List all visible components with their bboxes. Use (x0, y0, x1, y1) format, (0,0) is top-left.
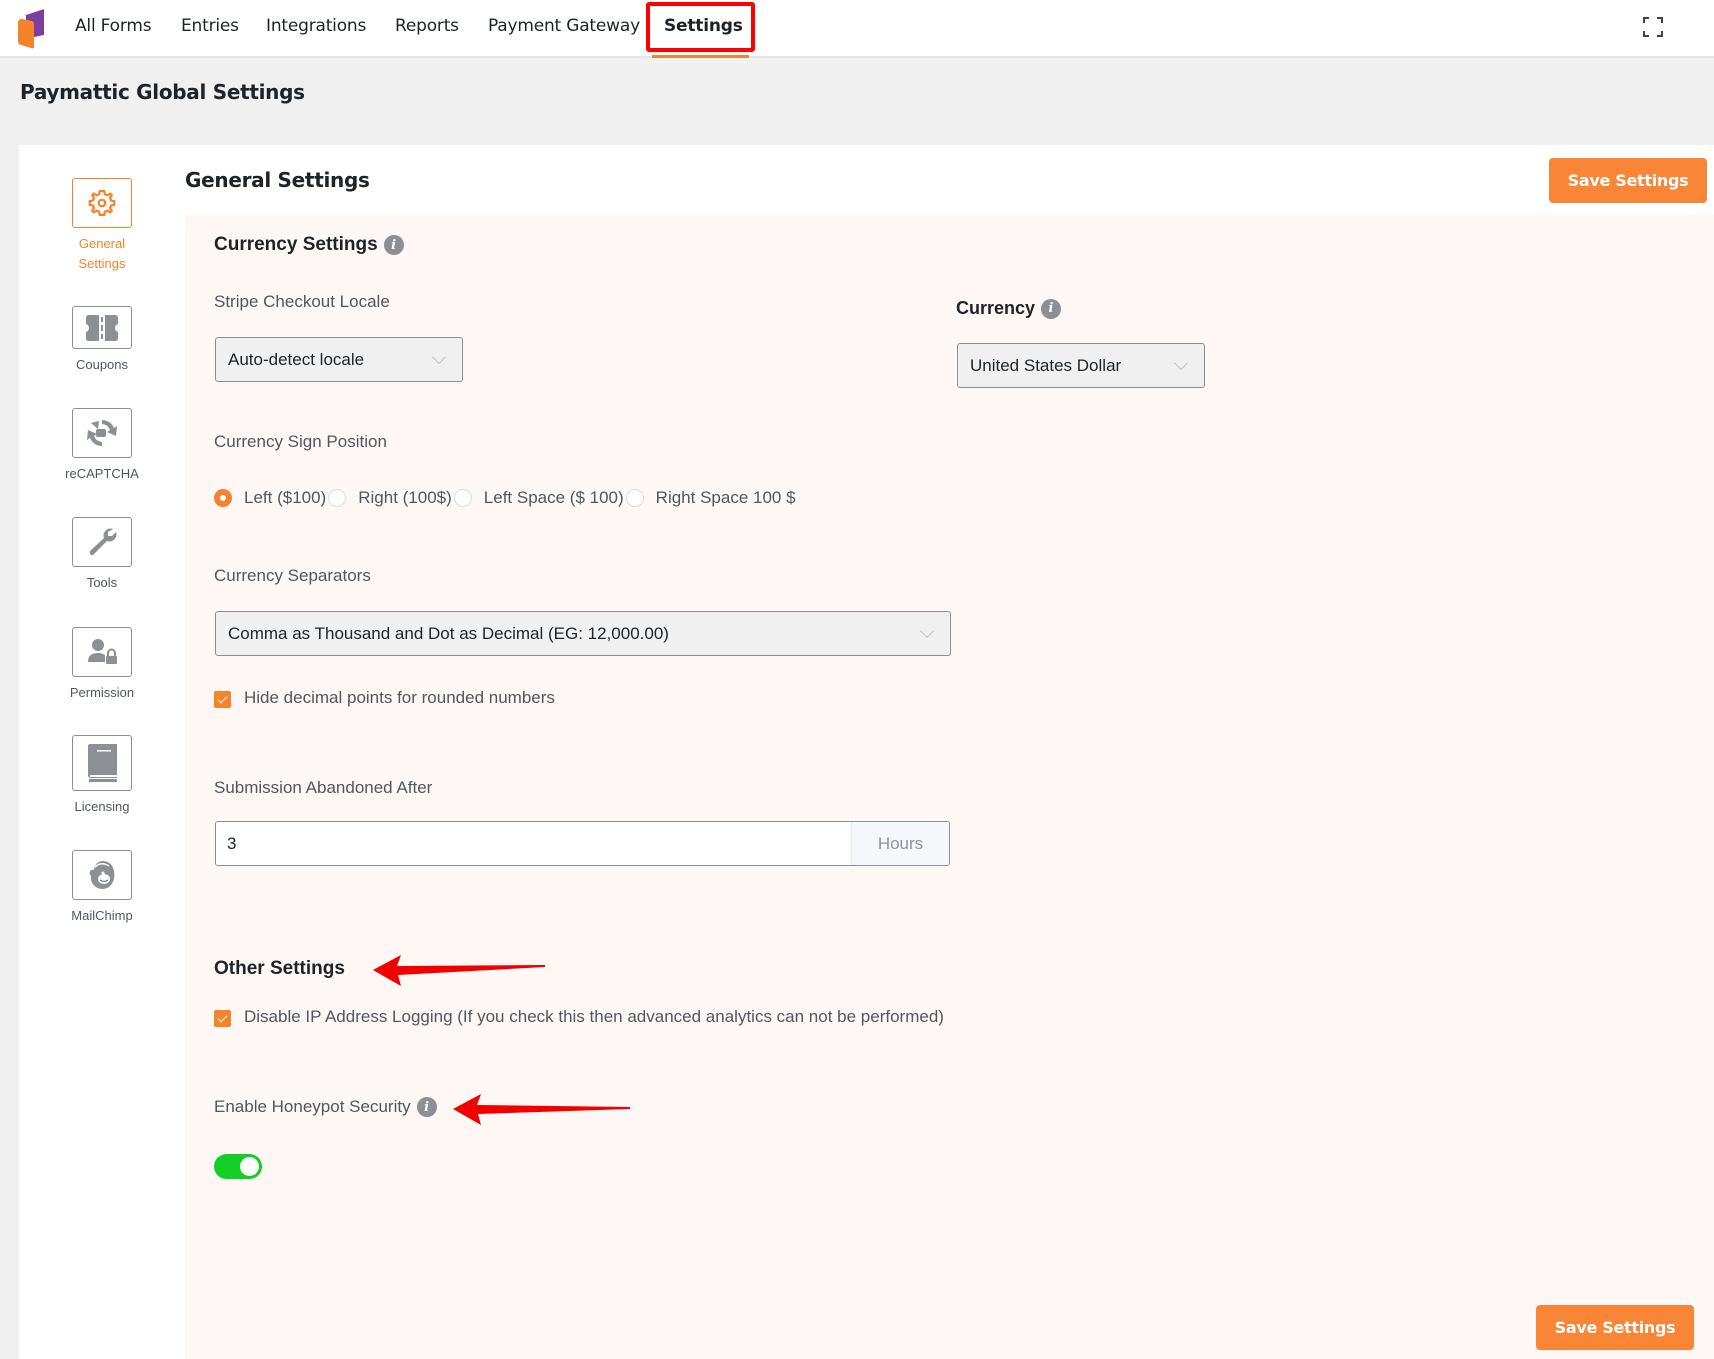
radio-button[interactable] (214, 489, 232, 507)
icon-frame (72, 627, 132, 677)
active-tab-indicator (652, 55, 749, 58)
user-lock-icon (88, 639, 117, 664)
book-icon (88, 744, 117, 782)
nav-all-forms[interactable]: All Forms (75, 16, 152, 36)
disable-ip-label: Disable IP Address Logging (If you check… (244, 1006, 944, 1026)
sign-position-label: Currency Sign Position (214, 432, 387, 451)
coupon-icon (86, 314, 118, 341)
stripe-locale-select[interactable]: Auto-detect locale (215, 337, 463, 382)
top-navigation: All Forms Entries Integrations Reports P… (0, 0, 1714, 58)
checkbox-checked[interactable] (214, 691, 231, 708)
sidebar-label: Licensing (74, 799, 130, 814)
icon-frame (72, 850, 132, 900)
abandoned-input-group: Hours (215, 821, 950, 866)
sidebar-item-general-settings[interactable]: General Settings (19, 178, 185, 274)
icon-frame (72, 735, 132, 791)
hours-unit-addon: Hours (851, 822, 949, 865)
other-settings-title: Other Settings (214, 958, 345, 979)
annotation-arrow-icon (453, 1094, 630, 1125)
wrench-icon (89, 528, 117, 556)
paymattic-logo[interactable] (18, 9, 46, 49)
sidebar-label: General Settings (19, 234, 185, 274)
radio-left-space[interactable]: Left Space ($ 100) (452, 488, 624, 508)
chevron-down-icon (1173, 355, 1189, 370)
sidebar-label: Tools (86, 575, 118, 590)
radio-label: Left Space ($ 100) (483, 488, 624, 507)
page-title: Paymattic Global Settings (20, 80, 305, 104)
nav-reports[interactable]: Reports (395, 16, 459, 36)
recaptcha-icon (87, 420, 117, 446)
currency-label-text: Currency (956, 298, 1036, 318)
sidebar-label: Permission (69, 685, 135, 700)
annotation-highlight-box (646, 2, 755, 52)
radio-label: Right (100$) (358, 488, 452, 507)
icon-frame (72, 306, 132, 349)
save-settings-button-top[interactable]: Save Settings (1549, 158, 1707, 203)
abandoned-hours-input[interactable] (216, 822, 851, 865)
sign-position-radio-group: Left ($100) Right (100$) Left Space ($ 1… (214, 488, 796, 508)
disable-ip-checkbox-row[interactable]: Disable IP Address Logging (If you check… (214, 1006, 944, 1027)
annotation-arrow-icon (373, 955, 545, 986)
sidebar-item-permission[interactable]: Permission (19, 627, 185, 703)
checkbox-checked[interactable] (214, 1010, 231, 1027)
info-icon[interactable]: i (383, 235, 404, 255)
hide-decimal-label: Hide decimal points for rounded numbers (244, 687, 555, 707)
sidebar-label: reCAPTCHA (65, 466, 139, 481)
honeypot-toggle[interactable] (214, 1154, 262, 1179)
info-icon[interactable]: i (416, 1097, 437, 1117)
icon-frame (72, 517, 132, 567)
icon-frame (72, 408, 132, 458)
sidebar-item-mailchimp[interactable]: MailChimp (19, 850, 185, 926)
section-heading: General Settings (185, 168, 370, 192)
nav-integrations[interactable]: Integrations (266, 16, 366, 36)
hide-decimal-checkbox-row[interactable]: Hide decimal points for rounded numbers (214, 687, 555, 708)
gear-icon (88, 190, 116, 216)
nav-entries[interactable]: Entries (181, 16, 239, 36)
sidebar-label: MailChimp (71, 908, 133, 923)
chevron-down-icon (919, 623, 935, 638)
currency-settings-title-text: Currency Settings (214, 234, 378, 255)
radio-button[interactable] (625, 489, 644, 507)
radio-label: Right Space 100 $ (655, 488, 796, 507)
sidebar-item-tools[interactable]: Tools (19, 517, 185, 593)
save-settings-button-bottom[interactable]: Save Settings (1536, 1305, 1694, 1350)
fullscreen-icon[interactable] (1643, 17, 1663, 37)
separators-value: Comma as Thousand and Dot as Decimal (EG… (228, 623, 669, 643)
sidebar-label: Coupons (75, 357, 129, 372)
sidebar-item-recaptcha[interactable]: reCAPTCHA (19, 408, 185, 484)
mailchimp-icon (89, 861, 115, 889)
separators-label: Currency Separators (214, 566, 371, 585)
info-icon[interactable]: i (1041, 298, 1062, 319)
currency-settings-title: Currency Settings i (214, 234, 404, 256)
currency-label: Currency i (956, 298, 1062, 319)
honeypot-label-text: Enable Honeypot Security (214, 1097, 411, 1116)
sidebar-item-licensing[interactable]: Licensing (19, 735, 185, 817)
stripe-locale-value: Auto-detect locale (228, 349, 365, 369)
sidebar-label-line1: General (78, 236, 126, 251)
radio-right[interactable]: Right (100$) (326, 488, 452, 508)
currency-value: United States Dollar (970, 355, 1122, 375)
separators-select[interactable]: Comma as Thousand and Dot as Decimal (EG… (215, 611, 951, 656)
radio-right-space[interactable]: Right Space 100 $ (624, 488, 796, 508)
currency-select[interactable]: United States Dollar (957, 343, 1205, 388)
toggle-knob (240, 1157, 259, 1176)
honeypot-label: Enable Honeypot Security i (214, 1097, 437, 1117)
radio-button[interactable] (328, 489, 347, 507)
icon-frame (72, 178, 132, 228)
abandoned-label: Submission Abandoned After (214, 778, 433, 797)
sidebar-label-line2: Settings (78, 256, 126, 271)
nav-payment-gateway[interactable]: Payment Gateway (488, 16, 640, 36)
radio-left[interactable]: Left ($100) (214, 488, 326, 508)
stripe-locale-label: Stripe Checkout Locale (214, 292, 390, 311)
sidebar-item-coupons[interactable]: Coupons (19, 306, 185, 375)
radio-label: Left ($100) (244, 488, 327, 507)
radio-button[interactable] (453, 489, 472, 507)
chevron-down-icon (431, 349, 447, 364)
